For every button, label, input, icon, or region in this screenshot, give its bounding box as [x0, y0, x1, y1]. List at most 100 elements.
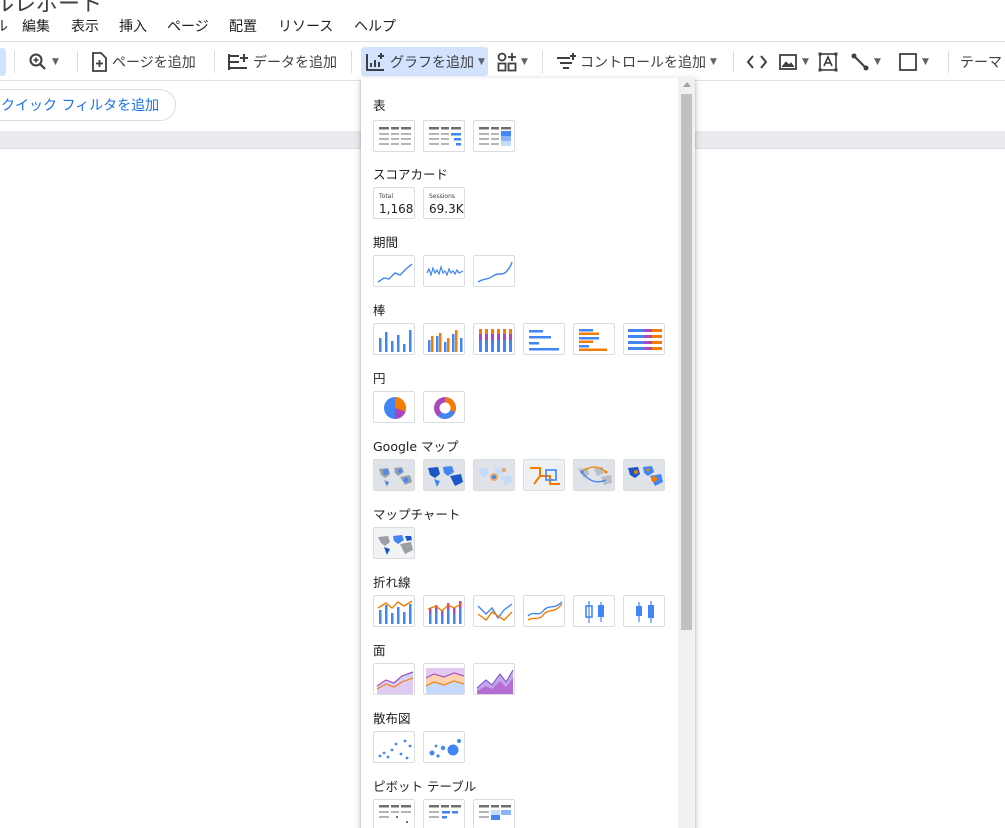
text-button[interactable]	[818, 42, 838, 81]
toolbar-divider	[542, 51, 543, 73]
scrollbar[interactable]	[678, 78, 695, 828]
add-control-label: コントロールを追加	[580, 54, 706, 71]
chart-option-smoothed-timeseries[interactable]	[473, 255, 515, 287]
chart-option-filled-map[interactable]	[423, 459, 465, 491]
menu-view[interactable]: 表示	[71, 16, 99, 36]
components-icon	[497, 52, 517, 71]
chart-option-candlestick[interactable]	[573, 595, 615, 627]
menu-edit[interactable]: 編集	[22, 16, 50, 36]
chart-option-table[interactable]	[373, 120, 415, 152]
percent-area-icon	[476, 669, 514, 694]
chart-option-line[interactable]	[473, 595, 515, 627]
chart-option-bar[interactable]	[523, 323, 565, 355]
menu-arrange[interactable]: 配置	[229, 16, 257, 36]
chart-option-geo-chart[interactable]	[373, 527, 415, 559]
chart-option-smoothed-line[interactable]	[523, 595, 565, 627]
theme-button[interactable]: テーマ	[960, 42, 1002, 81]
chart-option-scorecard[interactable]: Total 1,168	[373, 187, 415, 219]
chart-option-grouped-column[interactable]	[423, 323, 465, 355]
smoothed-line-icon	[527, 601, 563, 621]
add-page-button[interactable]: ページを追加	[90, 42, 196, 81]
add-chart-button[interactable]: グラフを追加 ▼	[361, 47, 488, 76]
chart-option-pie[interactable]	[373, 391, 415, 423]
chart-option-stacked-area[interactable]	[423, 663, 465, 695]
image-button[interactable]: ▼	[778, 42, 809, 81]
line-icon	[851, 53, 869, 70]
chart-option-route-map[interactable]	[573, 459, 615, 491]
chart-option-scatter[interactable]	[373, 731, 415, 763]
section-title-line: 折れ線	[373, 575, 411, 590]
scorecard-sample-label: Sessions	[429, 193, 456, 200]
chart-option-pivot[interactable]	[373, 799, 415, 828]
chart-option-stacked-column[interactable]	[473, 323, 515, 355]
menu-insert[interactable]: 挿入	[119, 16, 147, 36]
scorecard-sample-value: 1,168	[379, 202, 414, 216]
grouped-column-icon	[428, 330, 463, 352]
text-box-icon	[818, 52, 838, 71]
embed-url-button[interactable]	[746, 42, 768, 81]
chart-option-column[interactable]	[373, 323, 415, 355]
scroll-up-arrow-icon[interactable]	[683, 82, 691, 87]
filled-map-icon	[424, 460, 464, 490]
time-series-icon	[377, 263, 413, 283]
geo-chart-icon	[374, 528, 414, 558]
chart-option-timeseries[interactable]	[373, 255, 415, 287]
chart-option-heatmap-map[interactable]	[473, 459, 515, 491]
chart-option-stacked-combo[interactable]	[423, 595, 465, 627]
chart-option-bubble[interactable]	[423, 731, 465, 763]
square-icon	[899, 52, 917, 71]
area-chart-icon	[376, 671, 414, 694]
chart-option-pivot-bars[interactable]	[423, 799, 465, 828]
menu-page[interactable]: ページ	[167, 16, 209, 36]
section-title-google-maps: Google マップ	[373, 439, 459, 454]
chevron-down-icon: ▼	[922, 56, 929, 67]
stacked-bar-icon	[628, 329, 662, 350]
code-icon	[746, 54, 768, 69]
scorecard-sample-value: 69.3K	[429, 202, 464, 216]
chart-option-bubble-map[interactable]	[373, 459, 415, 491]
add-data-icon	[228, 53, 248, 70]
heat-map-icon	[474, 460, 514, 490]
chart-option-sparkline[interactable]	[423, 255, 465, 287]
toolbar: ▼ ページを追加 データを追加 グラフを追加 ▼ ▼ コントロールを追加 ▼ ▼…	[0, 41, 1005, 81]
chart-option-candlestick-filled[interactable]	[623, 595, 665, 627]
chart-option-table-bars[interactable]	[423, 120, 465, 152]
add-control-button[interactable]: コントロールを追加 ▼	[556, 42, 717, 81]
chart-option-percent-area[interactable]	[473, 663, 515, 695]
chart-option-table-heatmap[interactable]	[473, 120, 515, 152]
chart-option-pivot-heatmap[interactable]	[473, 799, 515, 828]
line-button[interactable]: ▼	[850, 42, 881, 81]
chart-option-mixed-map[interactable]	[623, 459, 665, 491]
pie-chart-icon	[384, 396, 407, 420]
toolbar-divider	[733, 51, 734, 73]
chart-option-stacked-bar[interactable]	[623, 323, 665, 355]
chart-option-donut[interactable]	[423, 391, 465, 423]
donut-chart-icon	[434, 397, 456, 419]
shape-button[interactable]: ▼	[898, 42, 929, 81]
menu-resource[interactable]: リソース	[278, 16, 333, 36]
scorecard-sample-label: Total	[379, 193, 394, 200]
pivot-table-icon	[379, 805, 411, 823]
filter-control-icon	[557, 52, 576, 69]
zoom-button[interactable]: ▼	[28, 42, 59, 81]
candlestick-filled-icon	[636, 601, 654, 623]
add-data-button[interactable]: データを追加	[227, 42, 337, 81]
table-chart-icon	[379, 127, 411, 145]
menu-file[interactable]: ル	[0, 16, 8, 36]
add-component-button[interactable]: ▼	[497, 42, 528, 81]
chart-option-scorecard-compact[interactable]: Sessions 69.3K	[423, 187, 465, 219]
quick-filter-button[interactable]: クイック フィルタを追加	[0, 89, 177, 121]
section-title-pivot: ピボット テーブル	[373, 779, 477, 794]
menu-help[interactable]: ヘルプ	[354, 16, 396, 36]
stacked-area-icon	[425, 668, 464, 694]
bubble-map-icon	[374, 460, 414, 490]
add-data-label: データを追加	[253, 54, 337, 71]
toolbar-divider	[14, 51, 15, 73]
chart-option-combo[interactable]	[373, 595, 415, 627]
scrollbar-thumb[interactable]	[681, 94, 692, 630]
chart-option-area[interactable]	[373, 663, 415, 695]
chart-option-grouped-bar[interactable]	[573, 323, 615, 355]
select-tool-edge[interactable]	[0, 48, 6, 76]
chart-option-line-map[interactable]	[523, 459, 565, 491]
route-map-icon	[574, 460, 614, 490]
